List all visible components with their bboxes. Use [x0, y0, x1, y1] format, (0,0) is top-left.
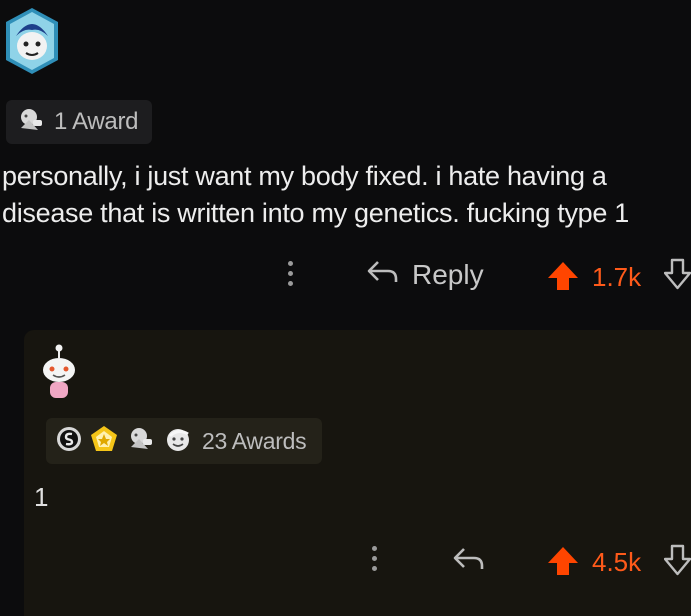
- reply-downvote-arrow-icon[interactable]: [663, 544, 691, 581]
- reply-upvote-button[interactable]: [546, 545, 580, 582]
- upvote-arrow-icon: [546, 260, 580, 297]
- reply-reply-button[interactable]: [452, 545, 486, 578]
- silver-award-icon: [56, 426, 82, 457]
- award-badge[interactable]: 1 Award: [6, 100, 153, 144]
- downvote-arrow-icon[interactable]: [663, 258, 691, 295]
- helpful-award-icon: [16, 106, 46, 139]
- award-count: 1 Award: [54, 108, 139, 135]
- more-options-icon[interactable]: [286, 261, 294, 286]
- helpful-award-icon: [126, 425, 156, 458]
- awards-badge[interactable]: 23 Awards: [46, 418, 323, 464]
- user-avatar[interactable]: [2, 6, 62, 76]
- awards-count: 23 Awards: [202, 427, 307, 454]
- gold-award-icon: [90, 425, 118, 458]
- reply-arrow-icon: [452, 548, 486, 577]
- reply-user-avatar[interactable]: [36, 344, 82, 409]
- upvote-arrow-icon: [546, 547, 580, 581]
- comment-body: personally, i just want my body fixed. i…: [2, 161, 630, 228]
- wholesome-award-icon: [164, 426, 192, 457]
- vote-count: 1.7k: [592, 262, 642, 292]
- reply-vote-count: 4.5k: [592, 547, 642, 577]
- reply-label: Reply: [412, 258, 484, 290]
- reply-arrow-icon: [366, 258, 400, 291]
- reply-body: 1: [34, 482, 49, 512]
- reply-more-options-icon[interactable]: [370, 546, 378, 571]
- reply-card: [24, 330, 691, 616]
- upvote-button[interactable]: [546, 260, 580, 297]
- reply-button[interactable]: Reply: [366, 258, 484, 291]
